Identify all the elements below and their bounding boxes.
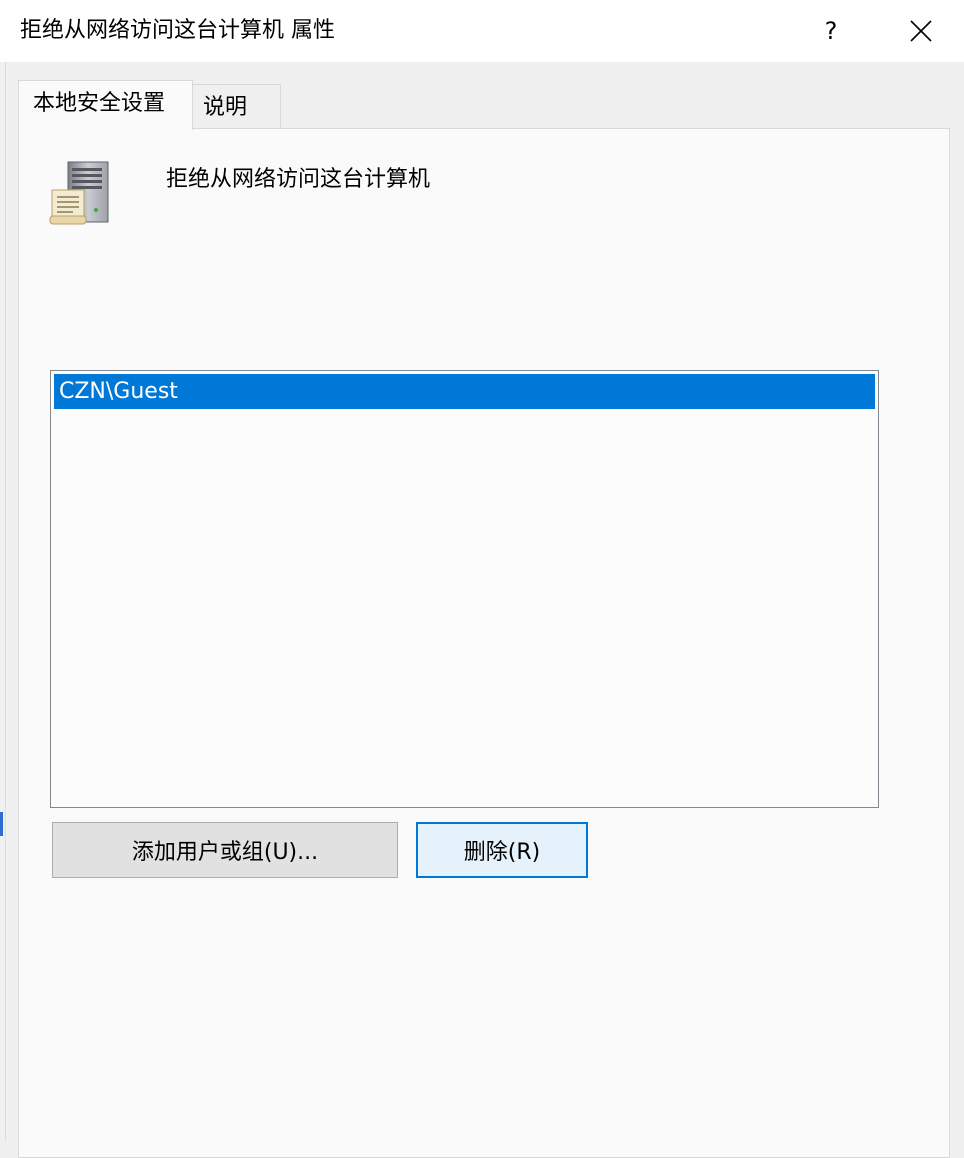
tab-label: 说明: [203, 95, 248, 120]
server-policy-icon: [48, 160, 112, 226]
window-left-edge: [0, 62, 6, 1141]
help-label: ?: [824, 17, 838, 45]
close-icon: [910, 20, 932, 42]
list-item-czn-guest[interactable]: CZN\Guest: [54, 374, 875, 409]
help-button[interactable]: ?: [800, 0, 862, 62]
remove-button-label: 删除(R): [463, 840, 541, 865]
left-edge-accent: [0, 812, 3, 836]
remove-button[interactable]: 删除(R): [416, 822, 588, 878]
tab-label: 本地安全设置: [33, 91, 166, 116]
window-title: 拒绝从网络访问这台计算机 属性: [20, 18, 335, 43]
title-bar: 拒绝从网络访问这台计算机 属性 ?: [0, 0, 964, 62]
add-button-label: 添加用户或组(U)...: [131, 840, 319, 865]
tab-explain[interactable]: 说明: [192, 84, 281, 128]
tab-local-security-setting[interactable]: 本地安全设置: [18, 80, 193, 130]
close-button[interactable]: [890, 0, 952, 62]
add-user-or-group-button[interactable]: 添加用户或组(U)...: [52, 822, 398, 878]
account-list[interactable]: CZN\Guest: [50, 370, 879, 808]
policy-name: 拒绝从网络访问这台计算机: [166, 167, 431, 192]
